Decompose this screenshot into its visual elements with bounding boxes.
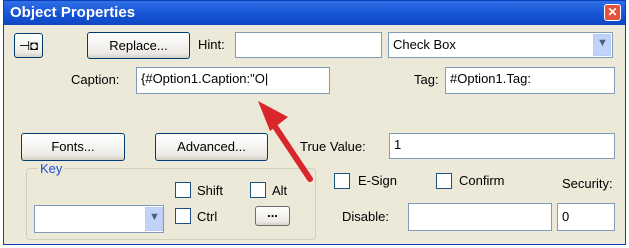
pin-button[interactable]: ⊣◘ bbox=[14, 33, 43, 58]
fonts-button-label: Fonts... bbox=[51, 139, 95, 154]
type-select[interactable]: Check Box bbox=[388, 32, 613, 58]
close-icon[interactable]: ✕ bbox=[604, 4, 621, 21]
hint-input[interactable] bbox=[235, 32, 382, 58]
advanced-button[interactable]: Advanced... bbox=[155, 133, 268, 161]
confirm-checkbox[interactable] bbox=[436, 173, 452, 189]
key-more-label: ... bbox=[267, 205, 278, 220]
security-label: Security: bbox=[562, 176, 613, 191]
advanced-button-label: Advanced... bbox=[177, 139, 246, 154]
chevron-down-icon: ▼ bbox=[597, 37, 608, 49]
ctrl-checkbox[interactable] bbox=[175, 208, 191, 224]
hint-label: Hint: bbox=[198, 37, 225, 52]
type-select-dropdown[interactable]: ▼ bbox=[593, 34, 611, 56]
confirm-label: Confirm bbox=[459, 173, 505, 188]
pushpin-icon: ⊣◘ bbox=[18, 38, 39, 53]
chevron-down-icon: ▼ bbox=[149, 211, 160, 223]
true-value-input[interactable]: 1 bbox=[389, 133, 615, 159]
replace-button-label: Replace... bbox=[109, 38, 168, 53]
annotation-arrow bbox=[258, 101, 313, 182]
fonts-button[interactable]: Fonts... bbox=[21, 133, 125, 161]
title-bar[interactable]: Object Properties ✕ bbox=[4, 1, 625, 25]
tag-input[interactable]: #Option1.Tag: bbox=[445, 67, 615, 94]
type-select-value: Check Box bbox=[393, 37, 456, 52]
key-select-dropdown[interactable]: ▼ bbox=[145, 207, 163, 231]
object-properties-window: Object Properties ✕ ⊣◘ Replace... Hint: … bbox=[3, 0, 626, 245]
caption-label: Caption: bbox=[71, 72, 120, 87]
security-input[interactable]: 0 bbox=[557, 203, 615, 231]
caption-input[interactable]: {#Option1.Caption:"O| bbox=[136, 67, 330, 94]
key-group-legend: Key bbox=[38, 161, 65, 176]
ctrl-label: Ctrl bbox=[197, 209, 218, 224]
tag-label: Tag: bbox=[414, 72, 439, 87]
disable-input[interactable] bbox=[408, 203, 552, 231]
shift-checkbox[interactable] bbox=[175, 182, 191, 198]
replace-button[interactable]: Replace... bbox=[87, 32, 190, 59]
key-more-button[interactable]: ... bbox=[255, 206, 290, 226]
window-title: Object Properties bbox=[10, 4, 136, 21]
shift-label: Shift bbox=[197, 183, 224, 198]
disable-label: Disable: bbox=[342, 209, 389, 224]
